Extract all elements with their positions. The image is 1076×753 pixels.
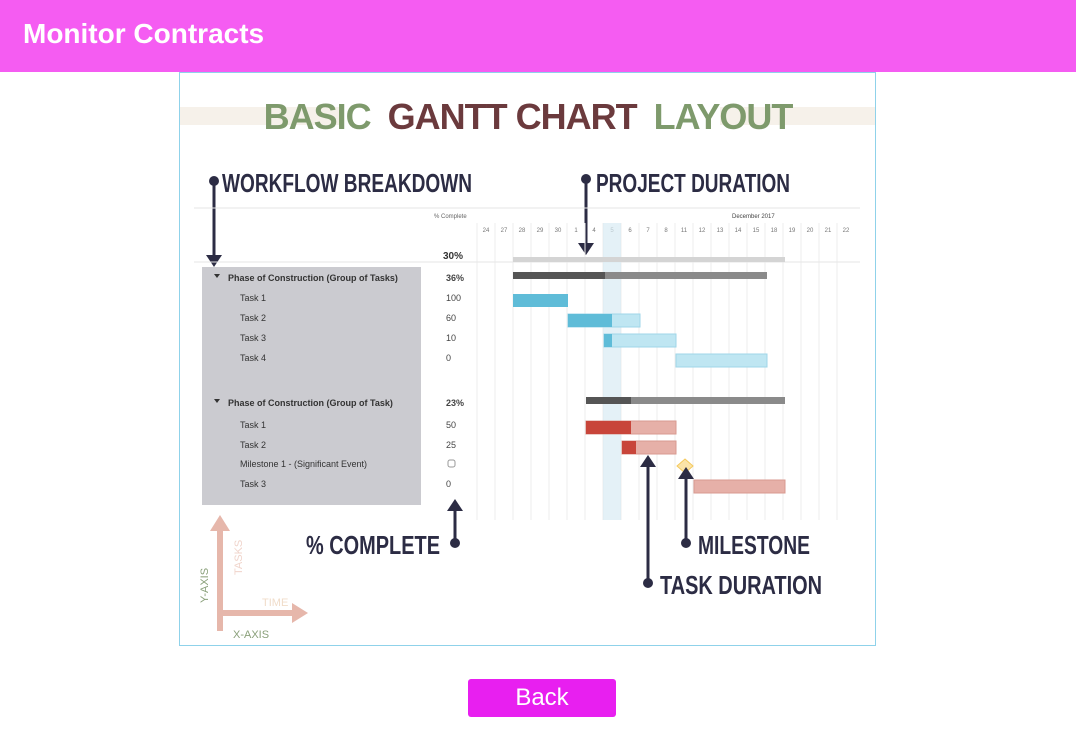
task-bar-done [604,334,612,347]
callout-project-duration: PROJECT DURATION [596,168,790,198]
callout-percent-complete: % COMPLETE [306,530,440,560]
day-label: 27 [501,228,508,234]
group-bar-done [586,397,631,404]
percent-complete-value: 23% [446,398,464,408]
up-arrow-icon [210,515,230,531]
day-label: 28 [519,228,526,234]
task-row-label: Task 1 [240,293,266,303]
axis-time-label: TIME [262,597,288,609]
page-title: Monitor Contracts [23,18,265,49]
callout-workflow: WORKFLOW BREAKDOWN [222,168,472,198]
percent-complete-value: 0 [446,479,451,489]
back-button[interactable]: Back [468,679,616,717]
day-label: 30 [555,228,562,234]
axis-tasks-label: TASKS [233,540,245,575]
day-label: 29 [537,228,544,234]
group-row-label: Phase of Construction (Group of Task) [228,398,393,408]
task-row-label: Task 3 [240,333,266,343]
percent-complete-value: 0 [446,353,451,363]
day-label: 6 [628,228,632,234]
down-arrow-icon [578,243,594,255]
month-label: December 2017 [732,214,775,220]
task-bar [693,479,786,494]
day-label: 12 [699,228,706,234]
day-label: 20 [807,228,814,234]
page-header: Monitor Contracts [0,0,1076,72]
day-label: 1 [574,228,578,234]
day-label: 18 [771,228,778,234]
day-label: 11 [681,228,688,234]
right-arrow-icon [292,603,308,623]
axis-x-label: X-AXIS [233,629,269,641]
column-header-complete: % Complete [434,214,467,220]
day-label: 7 [646,228,650,234]
gantt-infographic-image: BASIC GANTT CHART LAYOUT WORKFLOW BREAKD… [179,72,876,646]
day-label: 24 [483,228,490,234]
overall-percent: 30% [443,251,463,262]
gantt-chart-illustration: BASIC GANTT CHART LAYOUT WORKFLOW BREAKD… [180,96,875,641]
task-bar [675,353,768,368]
day-label: 13 [717,228,724,234]
day-label: 15 [753,228,760,234]
day-label: 19 [789,228,796,234]
day-label: 22 [843,228,850,234]
up-arrow-icon [447,499,463,511]
milestone-checkbox-icon [447,459,456,468]
task-list-panel [202,267,421,505]
percent-complete-value: 36% [446,273,464,283]
task-bar-done [622,441,636,454]
down-arrow-icon [206,255,222,267]
task-row-label: Task 3 [240,479,266,489]
task-row-label: Milestone 1 - (Significant Event) [240,459,367,469]
overall-bar [513,257,785,262]
day-label: 8 [664,228,668,234]
day-label: 14 [735,228,742,234]
day-label: 21 [825,228,832,234]
percent-complete-value: 10 [446,333,456,343]
percent-complete-value: 60 [446,313,456,323]
task-row-label: Task 2 [240,313,266,323]
group-row-label: Phase of Construction (Group of Tasks) [228,273,398,283]
percent-complete-value: 25 [446,440,456,450]
day-label: 4 [592,228,596,234]
task-bar [603,333,677,348]
axis-y-label: Y-AXIS [199,568,211,603]
up-arrow-icon [640,455,656,467]
task-row-label: Task 2 [240,440,266,450]
callout-task-duration: TASK DURATION [660,570,822,600]
task-row-label: Task 4 [240,353,266,363]
infographic-title: BASIC GANTT CHART LAYOUT [264,96,794,137]
task-bar-done [586,421,631,434]
percent-complete-value: 50 [446,420,456,430]
task-bar [513,294,568,307]
callout-milestone: MILESTONE [698,530,810,560]
task-bar-done [568,314,612,327]
group-bar-done [513,272,605,279]
task-row-label: Task 1 [240,420,266,430]
today-highlight-column [603,223,621,520]
percent-complete-value: 100 [446,293,461,303]
